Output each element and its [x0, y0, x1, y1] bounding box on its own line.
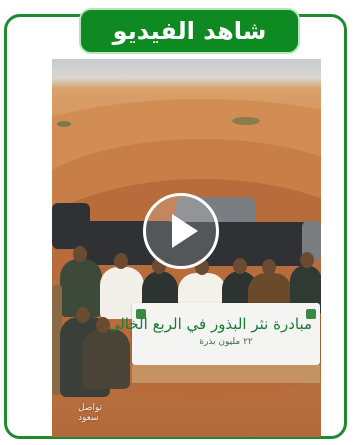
watch-video-title: شاهد الفيديو	[79, 8, 300, 54]
play-icon	[172, 214, 198, 248]
banner-subtitle: ٢٢ مليون بذرة	[199, 337, 253, 347]
sand-ground	[132, 365, 320, 383]
initiative-banner: مبادرة نثر البذور في الربع الخالي ٢٢ ملي…	[107, 303, 320, 365]
play-button[interactable]	[143, 193, 219, 269]
channel-watermark: تواصل سعود	[78, 403, 103, 423]
banner-title: مبادرة نثر البذور في الربع الخالي	[107, 315, 312, 333]
